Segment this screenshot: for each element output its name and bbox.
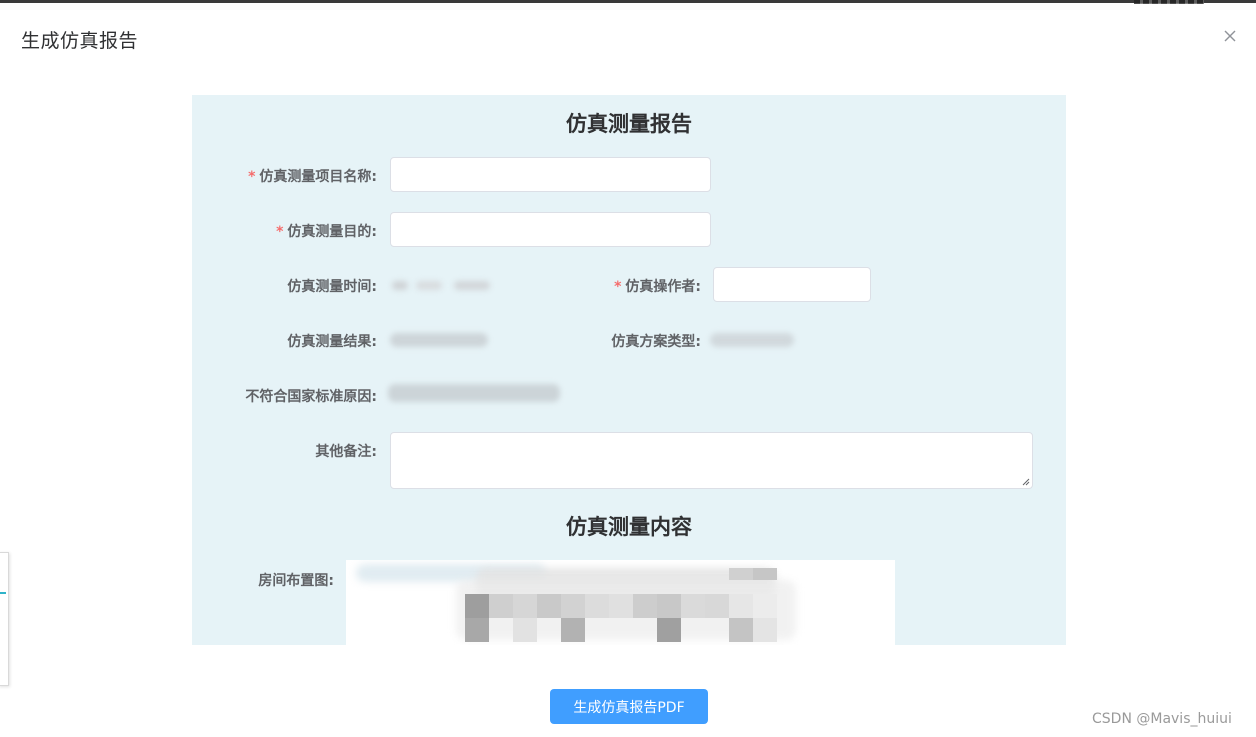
nonconform-reason-label: 不符合国家标准原因: <box>245 389 377 405</box>
result-label: 仿真测量结果: <box>287 334 377 350</box>
report-title: 仿真测量报告 <box>566 112 692 136</box>
operator-input[interactable] <box>713 267 871 302</box>
watermark: CSDN @Mavis_huiui <box>1092 711 1232 727</box>
close-icon[interactable] <box>1220 26 1240 46</box>
remarks-label: 其他备注: <box>315 444 377 460</box>
backdrop-partial-text <box>1134 0 1204 4</box>
backdrop-side-panel <box>0 552 9 686</box>
scheme-type-label: 仿真方案类型: <box>611 334 701 350</box>
purpose-input[interactable] <box>390 212 711 247</box>
project-name-label: * 仿真测量项目名称: <box>248 169 377 185</box>
room-layout-label: 房间布置图: <box>258 573 334 589</box>
room-layout-image <box>346 560 895 645</box>
operator-label: * 仿真操作者: <box>614 279 701 295</box>
required-star: * <box>276 224 284 240</box>
required-star: * <box>248 169 256 185</box>
purpose-label: * 仿真测量目的: <box>276 224 377 240</box>
generate-pdf-button[interactable]: 生成仿真报告PDF <box>550 689 708 724</box>
content-title: 仿真测量内容 <box>566 515 692 539</box>
backdrop-top-bar <box>0 0 1256 3</box>
report-panel: 仿真测量报告 * 仿真测量项目名称: * 仿真测量目的: 仿真测量时间: * 仿真操作… <box>192 95 1066 645</box>
time-label: 仿真测量时间: <box>287 279 377 295</box>
project-name-input[interactable] <box>390 157 711 192</box>
resize-grip-icon[interactable] <box>1022 478 1030 486</box>
dialog-title: 生成仿真报告 <box>21 30 139 52</box>
remarks-textarea[interactable] <box>390 432 1033 489</box>
backdrop-side-mark <box>0 592 6 594</box>
required-star: * <box>614 279 622 295</box>
